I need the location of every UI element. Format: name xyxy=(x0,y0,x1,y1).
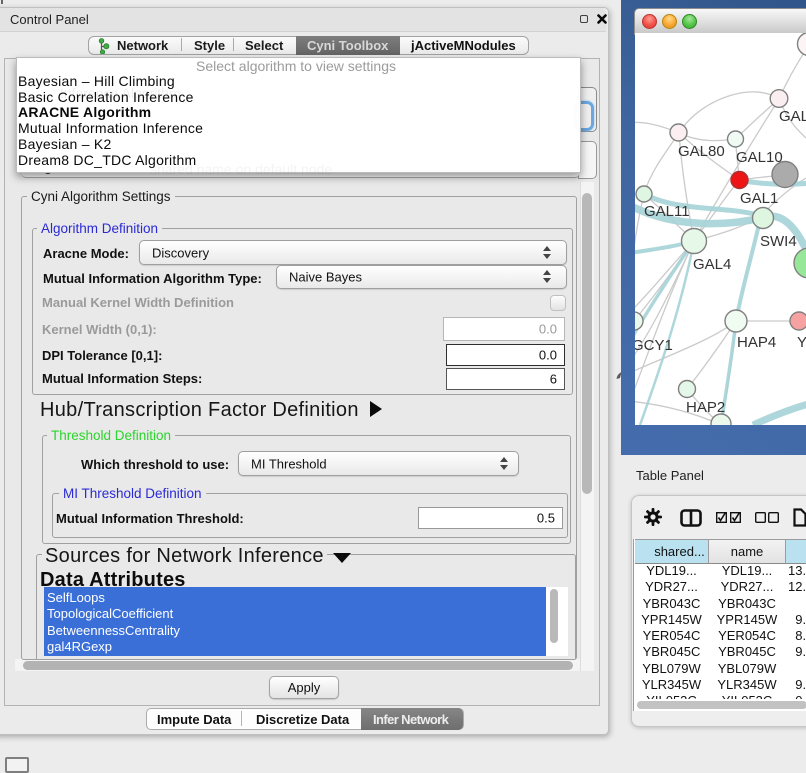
svg-text:GAL4: GAL4 xyxy=(693,256,731,273)
svg-text:GAL1: GAL1 xyxy=(740,190,778,207)
svg-text:HAP4: HAP4 xyxy=(737,334,776,351)
svg-text:YJ: YJ xyxy=(797,334,806,351)
svg-text:GAL80: GAL80 xyxy=(678,143,725,160)
svg-text:SWI4: SWI4 xyxy=(760,233,797,250)
svg-text:GAL11: GAL11 xyxy=(644,203,690,220)
svg-text:GCY1: GCY1 xyxy=(635,337,673,354)
svg-text:GAL2: GAL2 xyxy=(779,108,806,125)
svg-text:GAL10: GAL10 xyxy=(736,149,783,166)
svg-text:HAP2: HAP2 xyxy=(686,399,725,416)
